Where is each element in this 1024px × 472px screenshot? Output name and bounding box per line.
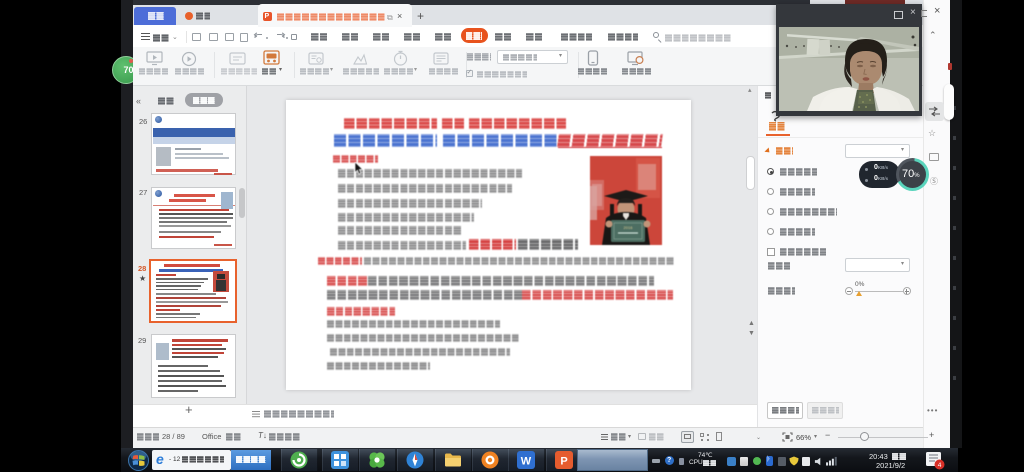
svg-text:P: P [560, 456, 567, 468]
svg-text:2016: 2016 [624, 225, 634, 230]
svg-text:W: W [521, 456, 532, 468]
svg-text:4: 4 [938, 462, 942, 469]
